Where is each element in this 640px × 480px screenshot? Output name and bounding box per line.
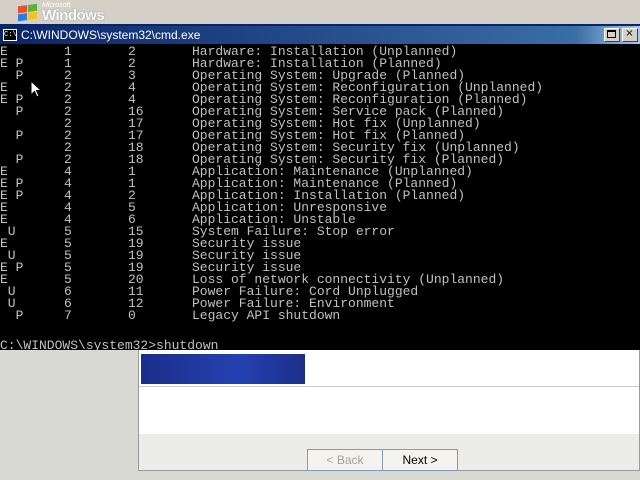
console-row: E 5 19 Security issue (0, 237, 640, 250)
console-row: U 5 15 System Failure: Stop error (0, 225, 640, 238)
console-row: P 7 0 Legacy API shutdown (0, 308, 640, 323)
minor-code: 0 (128, 308, 136, 323)
mouse-pointer-icon (30, 80, 42, 98)
background-setup-wizard: < Back Next > (0, 350, 640, 480)
title-bar[interactable]: C:\ C:\WINDOWS\system32\cmd.exe × (0, 26, 640, 44)
windows-wordmark: Windows (42, 7, 105, 24)
maximize-icon (607, 30, 616, 38)
console-output[interactable]: E 1 2 Hardware: Installation (Unplanned) E P… (0, 45, 640, 352)
close-icon: × (625, 28, 634, 39)
maximize-button[interactable] (604, 28, 620, 42)
back-button[interactable]: < Back (307, 449, 383, 471)
wizard-content-panel (138, 350, 640, 434)
reason-description: Legacy API shutdown (192, 308, 341, 323)
close-button[interactable]: × (622, 28, 638, 42)
windows-flag-icon (18, 3, 38, 23)
flag-column: P (0, 128, 24, 143)
cmd-app-icon[interactable]: C:\ (3, 29, 17, 41)
wizard-banner-image (141, 354, 305, 384)
divider (139, 386, 639, 387)
background-top-strip: Microsoft Windows (0, 0, 640, 24)
console-row: U 5 19 Security issue (0, 249, 640, 262)
reason-list: E 1 2 Hardware: Installation (Unplanned) E P… (0, 45, 640, 323)
wizard-button-bar: < Back Next > (138, 434, 640, 471)
flag-column: P (0, 308, 24, 323)
flag-column: P (0, 104, 24, 119)
major-code: 7 (64, 308, 72, 323)
windows-logo: Microsoft Windows (14, 2, 124, 24)
next-button[interactable]: Next > (382, 449, 458, 471)
cmd-window[interactable]: C:\ C:\WINDOWS\system32\cmd.exe × E 1 2 Har… (0, 24, 640, 352)
window-title: C:\WINDOWS\system32\cmd.exe (21, 28, 201, 42)
